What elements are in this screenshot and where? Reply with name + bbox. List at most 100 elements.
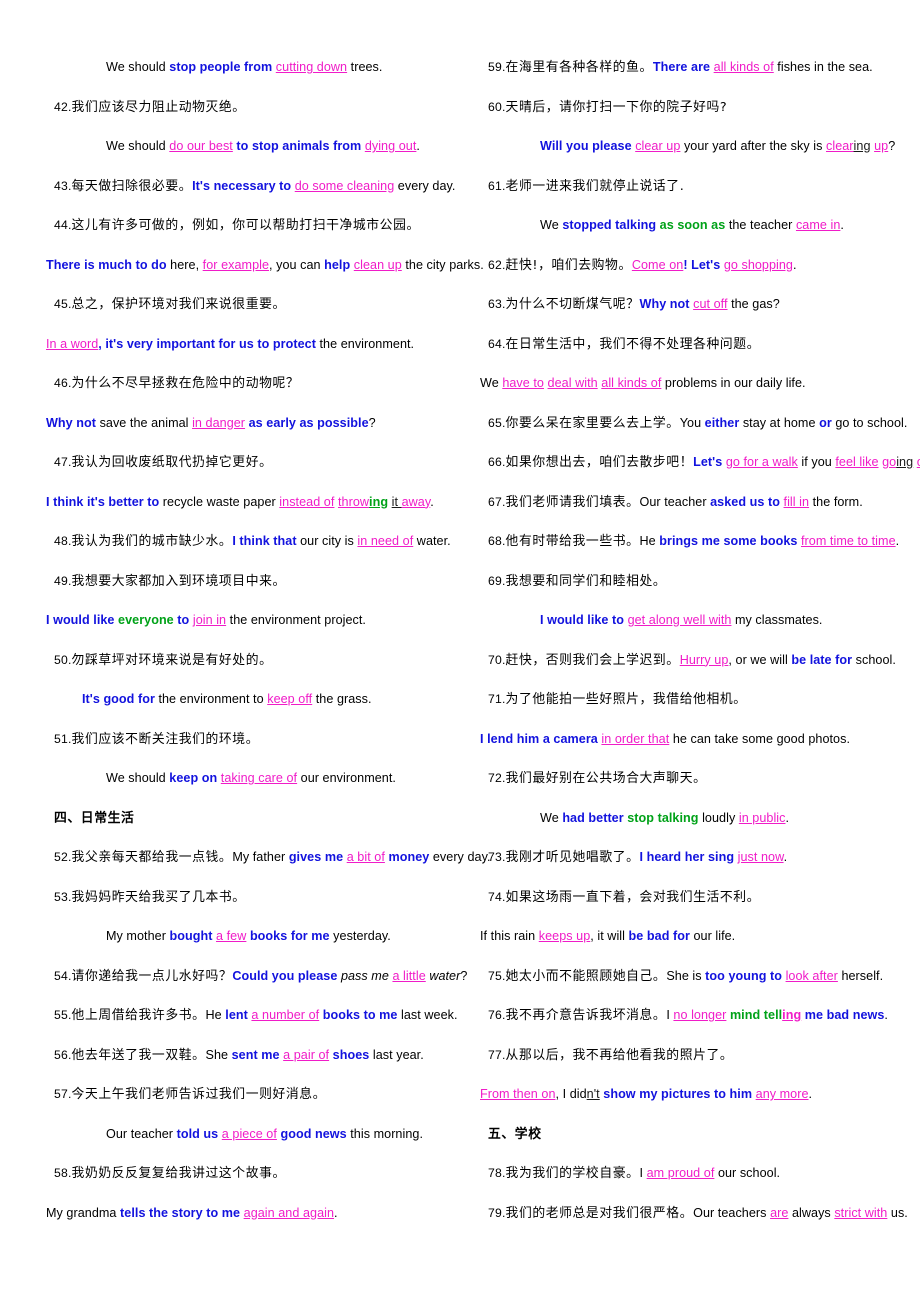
chinese-text: 我们应该尽力阻止动物灭绝。 [71,99,246,115]
item-number: 65. [488,415,506,430]
text-run: You [679,415,705,430]
sentence-47-english: I think it's better to recycle waste pap… [46,483,464,523]
text-run-magenta: in danger [192,415,246,430]
text-run-magenta: a few [216,929,247,943]
text-run-magenta: am proud of [646,1166,715,1180]
item-number: 78. [488,1166,506,1180]
text-run-underlined: ing [853,139,871,153]
chinese-text: 我刚才听见她唱歌了。 [505,850,640,865]
text-run-magenta: are [770,1205,789,1220]
text-run-blue: keep on [169,771,218,785]
text-run-blue: stopped talking [562,218,657,232]
item-number: 77. [488,1047,506,1062]
sentence-46-english: Why not save the animal in danger as ear… [46,404,464,444]
text-run-magenta: From then on [480,1087,556,1101]
text-run: loudly [698,810,739,825]
sentence-69-english: I would like to get along well with my c… [480,601,898,641]
chinese-text: 在海里有各种各样的鱼。 [505,60,653,75]
text-run-magenta: In a word [46,336,99,351]
text-run-magenta: cut off [693,297,728,311]
item-number: 71. [488,692,506,706]
item-number: 54. [54,968,72,983]
text-run: last week. [397,1008,458,1022]
text-run-magenta: in order that [601,731,670,746]
text-run: We should [106,139,170,153]
chinese-text: 她太小而不能照顾她自己。 [505,968,667,984]
sentence-70: 70.赶快，否则我们会上学迟到。Hurry up, or we will be … [480,641,898,681]
chinese-text: 我们应该不断关注我们的环境。 [71,731,260,747]
sentence-77-english: From then on, I didn't show my pictures … [480,1075,898,1115]
chinese-text: 我父亲每天都给我一点钱。 [71,850,233,865]
sentence-55: 55.他上周借给我许多书。He lent a number of books t… [46,996,464,1036]
text-run-magenta: deal with [547,376,598,390]
text-run-magenta: Come on [631,257,684,272]
text-run: ? [888,139,896,153]
sentence-49-english: I would like everyone to join in the env… [46,601,464,641]
text-run: problems in our daily life. [661,376,806,390]
text-run-blue: Why not [46,415,97,430]
chinese-text: 为什么不尽早拯救在危险中的动物呢？ [71,376,300,391]
item-number: 74. [488,889,506,904]
text-run-blue: shoes [332,1047,370,1062]
chinese-text: 如果这场雨一直下着，会对我们生活不利。 [505,889,761,905]
text-run-magenta: cutting down [275,60,348,74]
text-run-blue: lent [225,1008,248,1022]
text-run-blue: tell [120,1205,139,1220]
chinese-text: 在日常生活中，我们不得不处理各种问题。 [505,336,761,352]
chinese-text: 今天上午我们老师告诉过我们一则好消息。 [71,1087,327,1102]
text-run-magenta: came in [795,218,841,232]
text-run-blue: gives me [288,850,344,864]
sentence-73: 73.我刚才听见她唱歌了。I heard her sing just now. [480,838,898,878]
sentence-64-chinese: 64.在日常生活中，我们不得不处理各种问题。 [480,325,898,365]
item-number: 44. [54,218,72,232]
text-run: yesterday. [329,929,391,943]
chinese-text: 我想要和同学们和睦相处。 [505,573,667,589]
sentence-57-chinese: 57.今天上午我们老师告诉过我们一则好消息。 [46,1075,464,1115]
sentence-41-english: We should stop people from cutting down … [46,48,464,88]
chinese-text: 我想要大家都加入到环境项目中来。 [71,573,286,589]
item-number: 42. [54,99,72,114]
text-run: Our teachers [693,1205,771,1220]
sentence-74-english: If this rain keeps up, it will be bad fo… [480,917,898,957]
chinese-text: 这儿有许多可做的，例如，你可以帮助打扫干净城市公园。 [71,218,420,233]
text-run-magenta: go [882,455,897,469]
item-number: 56. [54,1047,72,1062]
text-run-magenta: look after [785,968,838,983]
sentence-60-chinese: 60.天晴后，请你打扫一下你的院子好吗? [480,88,898,128]
text-run: We [480,376,503,390]
text-run-blue: show my pictures to him [599,1087,753,1101]
text-run: recycle waste paper [159,494,280,509]
sentence-71-english: I lend him a camera in order that he can… [480,720,898,760]
text-run: last year. [369,1047,424,1062]
sentence-78: 78.我为我们的学校自豪。I am proud of our school. [480,1154,898,1194]
sentence-60-english: Will you please clear up your yard after… [480,127,898,167]
text-run: . [808,1087,813,1101]
text-run: . [793,257,797,272]
text-run-magenta: ing [782,1008,802,1022]
text-run-blue: It's good for [82,692,155,706]
text-run: . [895,534,900,548]
sentence-67: 67.我们老师请我们填表。Our teacher asked us to fil… [480,483,898,523]
text-run: always [788,1205,835,1220]
chinese-text: 如果你想出去，咱们去散步吧！ [505,455,694,470]
text-run: I [639,1166,647,1180]
chinese-text: 为了他能拍一些好照片，我借给他相机。 [505,692,747,707]
text-run-magenta: away [401,494,431,509]
text-run-magenta: Hurry up [679,652,729,667]
text-run-blue: told us [176,1126,219,1141]
item-number: 64. [488,336,506,351]
text-run: us. [887,1205,908,1220]
sentence-53-english: My mother bought a few books for me yest… [46,917,464,957]
item-number: 43. [54,178,72,193]
text-run-green: mind tell [726,1008,783,1022]
chinese-text: 他上周借给我许多书。 [71,1008,206,1023]
sentence-46-chinese: 46.为什么不尽早拯救在危险中的动物呢？ [46,364,464,404]
text-run-blue: help [324,257,354,272]
text-run-blue: Why not [639,297,690,311]
sentence-59: 59.在海里有各种各样的鱼。There are all kinds of fis… [480,48,898,88]
text-run: our environment. [297,771,396,785]
sentence-69-chinese: 69.我想要和同学们和睦相处。 [480,562,898,602]
text-run: , or we will [728,652,792,667]
item-number: 75. [488,968,506,983]
text-run-blue: stop animals from [251,139,365,153]
